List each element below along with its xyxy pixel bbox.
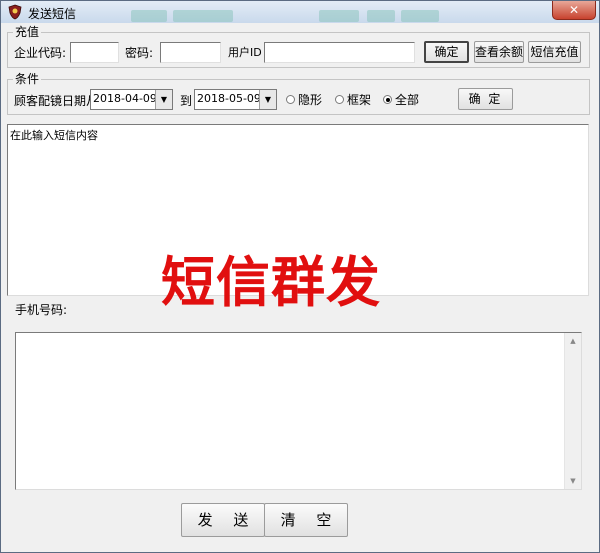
date-from-select[interactable]: 2018-04-09 ▼: [90, 89, 173, 110]
background-artifact: [319, 10, 359, 22]
phone-numbers-textarea[interactable]: ▲ ▼: [15, 332, 582, 490]
phone-label: 手机号码:: [15, 303, 68, 317]
radio-all-label: 全部: [395, 93, 420, 107]
date-to-label: 到: [180, 94, 193, 108]
background-artifact: [131, 10, 167, 22]
chevron-down-icon[interactable]: ▼: [155, 90, 172, 109]
password-input[interactable]: [160, 42, 221, 63]
radio-all[interactable]: [383, 95, 392, 104]
background-artifact: [367, 10, 395, 22]
background-artifact: [401, 10, 439, 22]
company-code-input[interactable]: [70, 42, 119, 63]
date-to-select[interactable]: 2018-05-09 ▼: [194, 89, 277, 110]
arrow-down-icon[interactable]: ▼: [565, 473, 581, 489]
company-code-label: 企业代码:: [14, 46, 67, 60]
close-button[interactable]: ✕: [552, 1, 596, 20]
phone-scrollbar[interactable]: ▲ ▼: [564, 333, 581, 489]
radio-contact-lens[interactable]: [286, 95, 295, 104]
date-from-label: 顾客配镜日期从: [14, 94, 99, 108]
recharge-confirm-button[interactable]: 确定: [424, 41, 469, 63]
date-from-value: 2018-04-09: [93, 92, 157, 105]
clear-button[interactable]: 清 空: [264, 503, 348, 537]
password-label: 密码:: [125, 46, 154, 60]
recharge-group-label: 充值: [13, 24, 42, 40]
user-id-label: 用户ID: [228, 46, 262, 59]
sms-broadcast-banner: 短信群发: [161, 251, 381, 314]
sms-recharge-button[interactable]: 短信充值: [528, 41, 581, 63]
conditions-confirm-button[interactable]: 确 定: [458, 88, 513, 110]
chevron-down-icon[interactable]: ▼: [259, 90, 276, 109]
radio-contact-lens-label: 隐形: [298, 93, 323, 107]
user-id-input[interactable]: [264, 42, 415, 63]
radio-frame-label: 框架: [347, 93, 372, 107]
title-bar: 发送短信 ✕: [1, 1, 599, 23]
window-title: 发送短信: [28, 7, 77, 21]
check-balance-button[interactable]: 查看余额: [474, 41, 524, 63]
conditions-group-label: 条件: [13, 71, 42, 87]
date-to-value: 2018-05-09: [197, 92, 261, 105]
arrow-up-icon[interactable]: ▲: [565, 333, 581, 349]
send-button[interactable]: 发 送: [181, 503, 265, 537]
background-artifact: [173, 10, 233, 22]
shield-icon: [8, 4, 22, 20]
message-placeholder: 在此输入短信内容: [10, 129, 98, 142]
radio-frame[interactable]: [335, 95, 344, 104]
send-sms-window: 发送短信 ✕ 充值 企业代码: 密码: 用户ID 确定 查看余额 短信充值 条件…: [0, 0, 600, 553]
